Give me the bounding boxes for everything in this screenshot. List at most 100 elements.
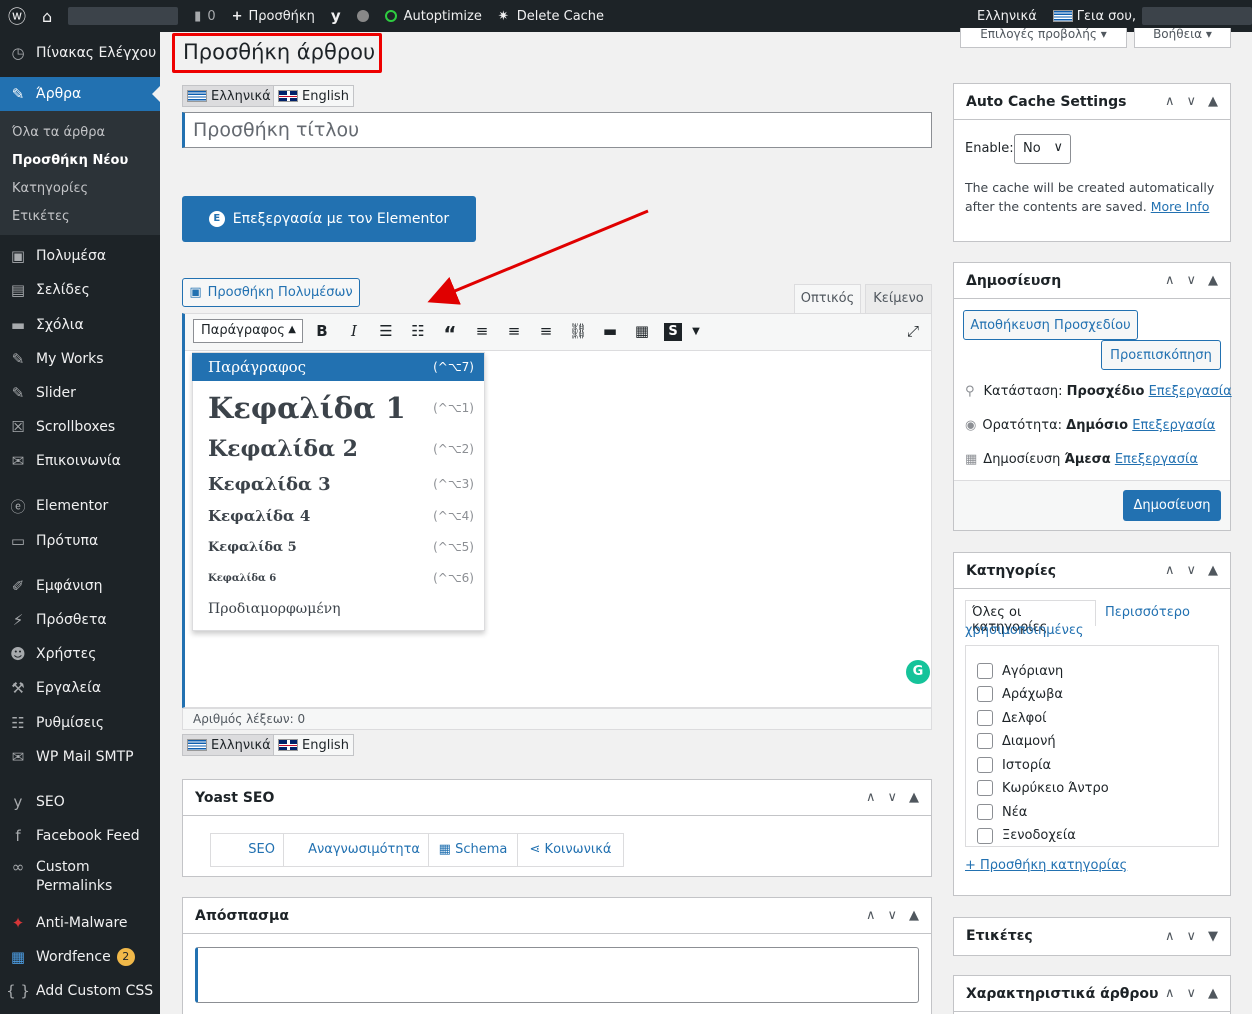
post-features-header[interactable]: Χαρακτηριστικά άρθρου ∧ ∨ ▲ (954, 976, 1230, 1012)
edit-status-link[interactable]: Επεξεργασία (1149, 384, 1232, 399)
italic-icon[interactable]: I (344, 322, 364, 340)
categories-header[interactable]: Κατηγορίες ∧ ∨ ▲ (954, 553, 1230, 589)
checkbox[interactable] (977, 757, 993, 773)
chevron-down-icon[interactable]: ∨ (887, 908, 897, 923)
category-checkbox[interactable]: Διαμονή (977, 733, 1056, 749)
add-media-button[interactable]: ▣ Προσθήκη Πολυμέσων (182, 278, 360, 307)
save-draft-button[interactable]: Αποθήκευση Προσχεδίου (963, 310, 1138, 340)
category-checkbox[interactable]: Αράχωβα (977, 686, 1063, 702)
align-center-icon[interactable]: ≡ (504, 322, 524, 340)
preview-label: Προεπισκόπηση (1110, 347, 1212, 363)
link-icon[interactable]: ⛓ (568, 322, 588, 340)
triangle-down-icon[interactable]: ▼ (1208, 929, 1218, 944)
triangle-up-icon[interactable]: ▲ (1208, 94, 1218, 109)
yoast-tab-social[interactable]: ⋖ Κοινωνικά (518, 834, 623, 866)
save-draft-label: Αποθήκευση Προσχεδίου (970, 317, 1131, 333)
chevron-up-icon[interactable]: ∧ (1165, 273, 1175, 288)
chevron-up-icon[interactable]: ∧ (866, 908, 876, 923)
chevron-up-icon[interactable]: ∧ (866, 790, 876, 805)
chevron-down-icon[interactable]: ∨ (887, 790, 897, 805)
tab-most-used[interactable]: Περισσότερο χρησιμοποιημένες (965, 604, 1215, 640)
yoast-header[interactable]: Yoast SEO ∧ ∨ ▲ (183, 780, 931, 816)
chevron-up-icon[interactable]: ∧ (1165, 563, 1175, 578)
numbered-list-icon[interactable]: ☷ (408, 322, 428, 340)
category-checkbox[interactable]: Ιστορία (977, 757, 1051, 773)
enable-select[interactable]: No ∨ (1014, 134, 1071, 164)
checkbox[interactable] (977, 733, 993, 749)
more-info-link[interactable]: More Info (1151, 199, 1210, 214)
chevron-up-icon[interactable]: ∧ (1165, 94, 1175, 109)
category-checkbox[interactable]: Κωρύκειο Άντρο (977, 780, 1109, 796)
bulleted-list-icon[interactable]: ☰ (376, 322, 396, 340)
chevron-down-icon[interactable]: ∨ (1186, 273, 1196, 288)
s-plugin-icon[interactable]: S (664, 323, 682, 341)
excerpt-textarea[interactable] (195, 947, 919, 1003)
format-option-paragraph[interactable]: Παράγραφος (^⌥7) (192, 353, 484, 381)
checkbox[interactable] (977, 827, 993, 844)
publish-header[interactable]: Δημοσίευση ∧ ∨ ▲ (954, 263, 1230, 299)
chevron-down-icon[interactable]: ∨ (1186, 563, 1196, 578)
category-checkbox[interactable]: Νέα (977, 804, 1027, 820)
yoast-tab-readability[interactable]: Αναγνωσιμότητα (284, 834, 429, 866)
edit-visibility-link[interactable]: Επεξεργασία (1132, 418, 1215, 433)
format-option-heading-3[interactable]: Κεφαλίδα 3 (^⌥3) (192, 471, 484, 497)
chevron-down-icon[interactable]: ∨ (1186, 929, 1196, 944)
status-label: Κατάσταση: (983, 384, 1063, 399)
publish-button[interactable]: Δημοσίευση (1123, 490, 1221, 521)
format-option-heading-4[interactable]: Κεφαλίδα 4 (^⌥4) (192, 505, 484, 527)
annotation-arrow-toolbar (427, 209, 649, 305)
status-row: ⚲ Κατάσταση: Προσχέδιο Επεξεργασία (965, 384, 1232, 399)
excerpt-title: Απόσπασμα (195, 907, 289, 924)
tab-label: Περισσότερο χρησιμοποιημένες (965, 605, 1190, 638)
checkbox[interactable] (977, 663, 993, 679)
checkbox[interactable] (977, 710, 993, 726)
edit-schedule-link[interactable]: Επεξεργασία (1115, 452, 1198, 467)
chevron-down-icon[interactable]: ∨ (1186, 94, 1196, 109)
checkbox[interactable] (977, 686, 993, 702)
triangle-up-icon[interactable]: ▲ (1208, 273, 1218, 288)
checkbox[interactable] (977, 804, 993, 820)
format-option-heading-5[interactable]: Κεφαλίδα 5 (^⌥5) (192, 537, 484, 557)
toolbar-toggle-icon[interactable]: ▦ (632, 322, 652, 340)
chevron-down-icon[interactable]: ∨ (1186, 986, 1196, 1001)
format-option-heading-1[interactable]: Κεφαλίδα 1 (^⌥1) (192, 388, 484, 428)
chevron-up-icon[interactable]: ∧ (1165, 929, 1175, 944)
category-checkbox[interactable]: Ξενοδοχεία (977, 827, 1076, 844)
yoast-tab-seo[interactable]: SEO (211, 834, 284, 866)
format-option-heading-2[interactable]: Κεφαλίδα 2 (^⌥2) (192, 433, 484, 465)
add-category-link[interactable]: + Προσθήκη κατηγορίας (965, 858, 1127, 873)
format-select[interactable]: Παράγραφος ▲ (193, 319, 303, 343)
chevron-down-icon[interactable]: ▼ (686, 326, 706, 337)
tab-label: Κείμενο (873, 291, 924, 306)
tab-text[interactable]: Κείμενο (865, 284, 932, 314)
fullscreen-icon[interactable]: ⤢ (903, 322, 923, 340)
excerpt-box: Απόσπασμα ∧ ∨ ▲ (182, 897, 932, 1014)
read-more-icon[interactable]: ▬ (600, 322, 620, 340)
align-right-icon[interactable]: ≡ (536, 322, 556, 340)
yoast-tab-schema[interactable]: ▦ Schema (429, 834, 518, 866)
category-checkbox[interactable]: Δελφοί (977, 710, 1047, 726)
triangle-up-icon[interactable]: ▲ (909, 908, 919, 923)
preview-button[interactable]: Προεπισκόπηση (1101, 340, 1221, 370)
grammarly-icon[interactable]: G (906, 660, 930, 684)
bold-icon[interactable]: B (312, 322, 332, 340)
triangle-up-icon[interactable]: ▲ (1208, 986, 1218, 1001)
align-left-icon[interactable]: ≡ (472, 322, 492, 340)
triangle-up-icon[interactable]: ▲ (909, 790, 919, 805)
checkbox[interactable] (977, 780, 993, 796)
lang-tab-greek-bottom[interactable]: Ελληνικά (182, 734, 276, 756)
tags-header[interactable]: Ετικέτες ∧ ∨ ▼ (954, 918, 1230, 954)
format-option-preformatted[interactable]: Προδιαμορφωμένη (192, 598, 484, 620)
lang-tab-english-bottom[interactable]: English (273, 734, 354, 756)
triangle-up-icon[interactable]: ▲ (1208, 563, 1218, 578)
blockquote-icon[interactable]: “ (440, 322, 460, 346)
yoast-seo-box: Yoast SEO ∧ ∨ ▲ SEO Αναγνωσιμότητα ▦ Schema… (182, 779, 932, 877)
chevron-down-icon: ∨ (1053, 140, 1063, 155)
auto-cache-header[interactable]: Auto Cache Settings ∧ ∨ ▲ (954, 84, 1230, 120)
tab-label: Οπτικός (800, 291, 855, 306)
chevron-up-icon[interactable]: ∧ (1165, 986, 1175, 1001)
excerpt-header[interactable]: Απόσπασμα ∧ ∨ ▲ (183, 898, 931, 934)
category-checkbox[interactable]: Αγόριανη (977, 663, 1063, 679)
format-option-heading-6[interactable]: Κεφαλίδα 6 (^⌥6) (192, 569, 484, 587)
tab-visual[interactable]: Οπτικός (794, 284, 861, 314)
